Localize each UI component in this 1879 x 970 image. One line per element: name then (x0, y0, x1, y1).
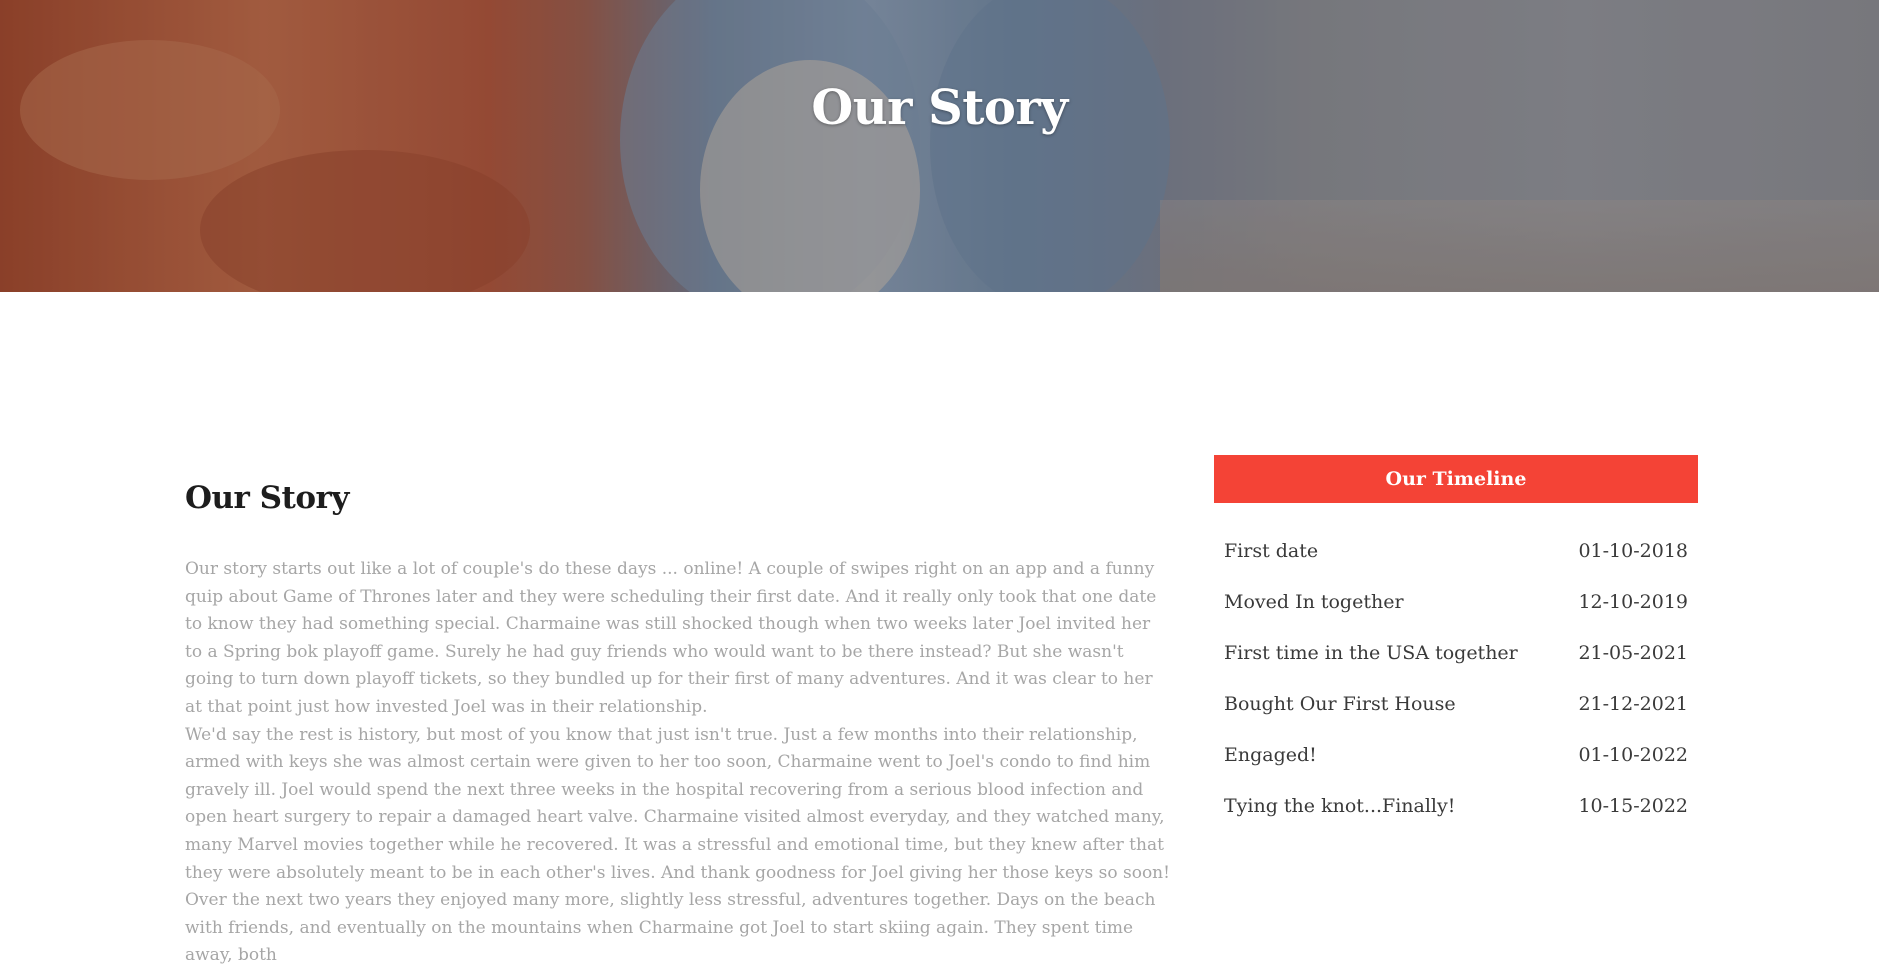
timeline-event-label: Engaged! (1224, 743, 1317, 766)
timeline-event-date: 10-15-2022 (1578, 794, 1688, 817)
timeline-event-label: First time in the USA together (1224, 641, 1518, 664)
timeline-header: Our Timeline (1214, 455, 1698, 503)
timeline-list: First date 01-10-2018 Moved In together … (1214, 525, 1698, 831)
timeline-event-label: Tying the knot...Finally! (1224, 794, 1456, 817)
timeline-event-label: Bought Our First House (1224, 692, 1456, 715)
story-heading: Our Story (185, 480, 349, 516)
page-title: Our Story (811, 80, 1068, 136)
hero-banner: Our Story (0, 0, 1879, 292)
timeline-item: Tying the knot...Finally! 10-15-2022 (1214, 780, 1698, 831)
timeline-event-date: 12-10-2019 (1578, 590, 1688, 613)
timeline-event-date: 01-10-2018 (1578, 539, 1688, 562)
timeline-item: First time in the USA together 21-05-202… (1214, 627, 1698, 678)
timeline-event-label: Moved In together (1224, 590, 1404, 613)
story-paragraph: We'd say the rest is history, but most o… (185, 724, 1170, 883)
story-paragraph: Our story starts out like a lot of coupl… (185, 559, 1157, 717)
timeline-event-date: 21-12-2021 (1578, 692, 1688, 715)
timeline-item: First date 01-10-2018 (1214, 525, 1698, 576)
story-section: Our Story Our story starts out like a lo… (185, 480, 1170, 970)
timeline-item: Moved In together 12-10-2019 (1214, 576, 1698, 627)
story-paragraph: Over the next two years they enjoyed man… (185, 890, 1156, 966)
timeline-panel: Our Timeline First date 01-10-2018 Moved… (1214, 455, 1698, 831)
timeline-item: Bought Our First House 21-12-2021 (1214, 678, 1698, 729)
timeline-event-date: 01-10-2022 (1578, 743, 1688, 766)
timeline-item: Engaged! 01-10-2022 (1214, 729, 1698, 780)
timeline-event-label: First date (1224, 539, 1319, 562)
timeline-event-date: 21-05-2021 (1578, 641, 1688, 664)
